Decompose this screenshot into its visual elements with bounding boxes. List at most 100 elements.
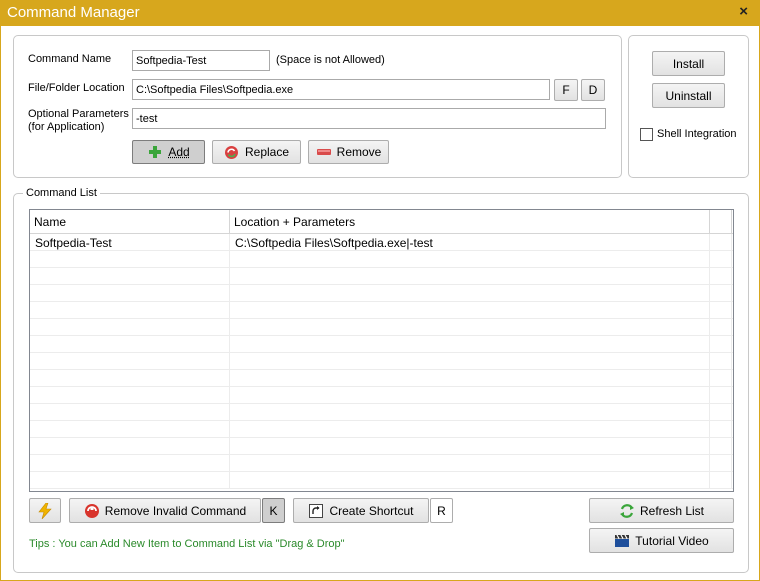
cell-location	[230, 353, 710, 370]
install-button-label: Install	[672, 56, 705, 71]
block-icon	[84, 503, 100, 519]
cell-location	[230, 404, 710, 421]
cell-filler	[710, 285, 732, 302]
cell-filler	[710, 353, 732, 370]
cell-filler	[710, 404, 732, 421]
file-browse-label: F	[562, 83, 570, 97]
cell-location	[230, 302, 710, 319]
cell-location	[230, 387, 710, 404]
cell-location	[230, 472, 710, 489]
refresh-icon	[619, 503, 635, 519]
table-row-empty	[30, 353, 733, 370]
cell-name	[30, 455, 230, 472]
command-name-hint: (Space is not Allowed)	[276, 54, 385, 66]
cell-filler	[710, 387, 732, 404]
table-row-empty	[30, 336, 733, 353]
tutorial-video-label: Tutorial Video	[635, 533, 709, 548]
cell-filler	[710, 234, 732, 251]
create-shortcut-label: Create Shortcut	[329, 503, 414, 518]
command-list-view[interactable]: Name Location + Parameters Softpedia-Tes…	[29, 209, 734, 492]
replace-button-label: Replace	[244, 145, 290, 159]
params-input[interactable]	[132, 108, 606, 129]
command-name-input[interactable]	[132, 50, 270, 71]
r-button[interactable]: R	[430, 498, 453, 523]
refresh-list-button[interactable]: Refresh List	[589, 498, 734, 523]
cell-location	[230, 285, 710, 302]
quick-action-button[interactable]	[29, 498, 61, 523]
location-input[interactable]	[132, 79, 550, 100]
add-button-label: Add	[168, 145, 190, 159]
command-form-group: Command Name (Space is not Allowed) File…	[13, 35, 622, 178]
cell-name	[30, 251, 230, 268]
params-label-line1: Optional Parameters	[28, 108, 129, 120]
replace-button[interactable]: Replace	[212, 140, 301, 164]
table-row-empty	[30, 404, 733, 421]
cell-location	[230, 455, 710, 472]
close-icon[interactable]: ×	[739, 3, 748, 20]
cell-location	[230, 336, 710, 353]
minus-icon	[316, 144, 332, 160]
cell-location	[230, 370, 710, 387]
lightning-icon	[37, 502, 53, 519]
remove-button[interactable]: Remove	[308, 140, 389, 164]
table-row-empty	[30, 302, 733, 319]
cell-name: Softpedia-Test	[30, 234, 230, 251]
list-header: Name Location + Parameters	[30, 210, 733, 234]
location-label: File/Folder Location	[28, 82, 125, 94]
folder-browse-button[interactable]: D	[581, 79, 605, 101]
cell-filler	[710, 438, 732, 455]
table-row-empty	[30, 421, 733, 438]
uninstall-button[interactable]: Uninstall	[652, 83, 725, 108]
cell-name	[30, 370, 230, 387]
command-list-group: Command List Name Location + Parameters …	[13, 187, 749, 573]
add-button[interactable]: Add	[132, 140, 205, 164]
cell-name	[30, 285, 230, 302]
params-label-line2: (for Application)	[28, 121, 105, 133]
tutorial-video-button[interactable]: Tutorial Video	[589, 528, 734, 553]
install-button[interactable]: Install	[652, 51, 725, 76]
table-row-empty	[30, 319, 733, 336]
file-browse-button[interactable]: F	[554, 79, 578, 101]
cell-location: C:\Softpedia Files\Softpedia.exe|-test	[230, 234, 710, 251]
column-header-location[interactable]: Location + Parameters	[230, 210, 710, 234]
cell-location	[230, 319, 710, 336]
uninstall-button-label: Uninstall	[665, 88, 712, 103]
refresh-list-label: Refresh List	[639, 503, 705, 518]
column-header-name[interactable]: Name	[30, 210, 230, 234]
cell-name	[30, 268, 230, 285]
r-button-label: R	[437, 503, 446, 518]
title-bar: Command Manager ×	[0, 0, 760, 26]
cell-name	[30, 472, 230, 489]
clapperboard-icon	[614, 533, 630, 549]
cell-filler	[710, 370, 732, 387]
table-row-empty	[30, 438, 733, 455]
cell-name	[30, 387, 230, 404]
cell-filler	[710, 421, 732, 438]
create-shortcut-button[interactable]: Create Shortcut	[293, 498, 429, 523]
cell-name	[30, 319, 230, 336]
cell-location	[230, 268, 710, 285]
table-row[interactable]: Softpedia-Test C:\Softpedia Files\Softped…	[30, 234, 733, 251]
cell-name	[30, 421, 230, 438]
table-row-empty	[30, 387, 733, 404]
cell-filler	[710, 455, 732, 472]
tips-text: Tips : You can Add New Item to Command L…	[29, 538, 345, 550]
k-button[interactable]: K	[262, 498, 285, 523]
folder-browse-label: D	[588, 83, 598, 97]
column-header-filler	[710, 210, 732, 234]
remove-invalid-button[interactable]: Remove Invalid Command	[69, 498, 261, 523]
shell-integration-label[interactable]: Shell Integration	[657, 128, 737, 140]
plus-icon	[147, 144, 163, 160]
cell-location	[230, 421, 710, 438]
shell-integration-checkbox[interactable]	[640, 128, 653, 141]
window-client: Command Name (Space is not Allowed) File…	[0, 26, 760, 581]
cell-filler	[710, 268, 732, 285]
cell-filler	[710, 302, 732, 319]
cell-name	[30, 336, 230, 353]
cell-filler	[710, 251, 732, 268]
table-row-empty	[30, 455, 733, 472]
replace-icon	[224, 144, 240, 160]
cell-name	[30, 438, 230, 455]
table-row-empty	[30, 472, 733, 489]
command-name-label: Command Name	[28, 53, 112, 65]
